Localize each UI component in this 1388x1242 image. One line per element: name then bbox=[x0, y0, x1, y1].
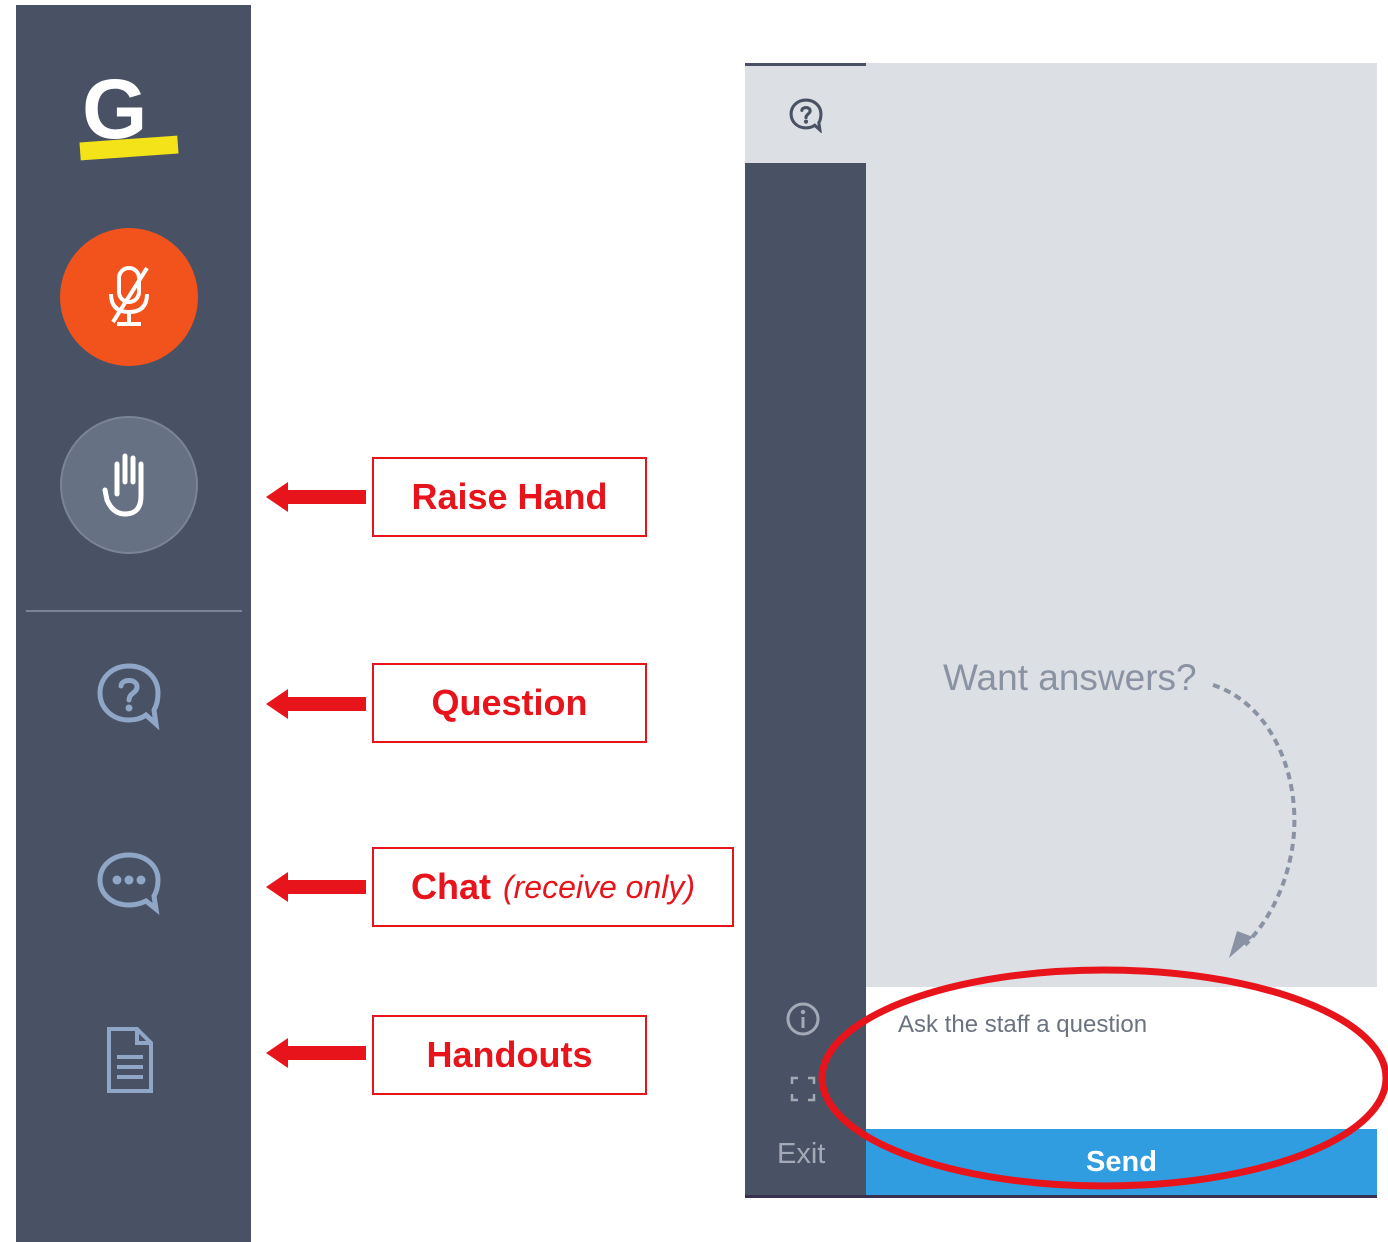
chat-label-text: Chat bbox=[410, 866, 491, 907]
empty-state-prompt: Want answers? bbox=[943, 657, 1197, 698]
question-icon bbox=[789, 98, 822, 133]
info-icon[interactable] bbox=[785, 1001, 821, 1037]
sidebar: G bbox=[16, 5, 251, 1242]
exit-button[interactable]: Exit bbox=[777, 1138, 825, 1171]
question-label: Question bbox=[372, 663, 647, 743]
mic-muted-icon bbox=[109, 266, 149, 326]
arrow-left-icon bbox=[266, 482, 366, 512]
arrow-left-icon bbox=[266, 872, 366, 902]
app-logo: G bbox=[76, 67, 196, 175]
question-panel: Exit Want answers? Ask the staff a quest… bbox=[745, 63, 1377, 1198]
chat-label: Chat (receive only) bbox=[372, 847, 734, 927]
mute-button[interactable] bbox=[60, 228, 198, 366]
chat-button[interactable] bbox=[94, 847, 164, 917]
raise-hand-button[interactable] bbox=[60, 416, 198, 554]
send-button-label: Send bbox=[1086, 1145, 1157, 1178]
raise-hand-label-text: Raise Hand bbox=[411, 476, 608, 517]
arrow-left-icon bbox=[266, 689, 366, 719]
panel-sidebar: Exit bbox=[745, 63, 866, 1198]
raise-hand-icon bbox=[102, 453, 144, 517]
raise-hand-label: Raise Hand bbox=[372, 457, 647, 537]
sidebar-divider bbox=[26, 610, 242, 612]
tab-question[interactable] bbox=[745, 63, 866, 163]
handouts-button[interactable] bbox=[94, 1025, 164, 1095]
handouts-label-text: Handouts bbox=[426, 1034, 593, 1075]
handout-icon bbox=[107, 1027, 153, 1093]
curved-arrow-icon bbox=[1212, 683, 1297, 958]
panel-bottom-border bbox=[745, 1195, 1377, 1198]
question-label-text: Question bbox=[431, 682, 588, 723]
arrow-left-icon bbox=[266, 1038, 366, 1068]
chat-label-note: (receive only) bbox=[502, 868, 696, 905]
question-input-placeholder: Ask the staff a question bbox=[898, 1011, 1148, 1038]
question-input[interactable]: Ask the staff a question bbox=[866, 987, 1377, 1129]
chat-icon bbox=[97, 852, 161, 915]
question-icon bbox=[97, 663, 161, 730]
question-button[interactable] bbox=[94, 660, 164, 730]
send-button[interactable]: Send bbox=[866, 1129, 1377, 1195]
expand-icon[interactable] bbox=[789, 1075, 817, 1103]
handouts-label: Handouts bbox=[372, 1015, 647, 1095]
